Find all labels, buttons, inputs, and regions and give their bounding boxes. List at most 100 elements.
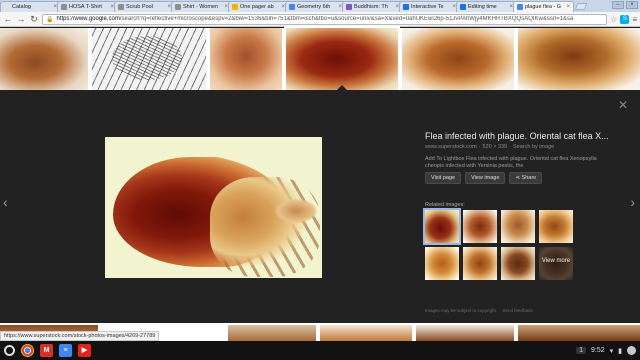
related-thumbnail[interactable] [423,208,461,245]
tab-close-icon[interactable]: × [566,4,570,10]
tab-label: Shirt - Women [183,4,219,10]
url-path: /search?q=reflective+microscope&espv=2&b… [119,16,574,22]
related-thumbnail[interactable] [425,247,459,280]
tab-label: Catalog [12,4,31,10]
result-thumbnail[interactable] [416,325,514,341]
result-thumbnail[interactable] [210,28,282,90]
tab-label: Geometry 6th [297,4,331,10]
related-thumbnail[interactable] [463,210,497,243]
close-preview-icon[interactable]: ✕ [618,98,628,112]
tab-label: Editing time [468,4,497,10]
skype-extension-icon[interactable]: S [620,14,630,24]
tab-catalog[interactable]: Catalog × [0,1,61,12]
image-results-row [0,26,640,92]
tab-geometry[interactable]: Geometry 6th × [285,1,346,12]
result-thumbnail[interactable] [320,325,412,341]
tab-shirt-women[interactable]: Shirt - Women × [171,1,232,12]
image-size: 520 × 339 [482,144,508,150]
visit-page-button[interactable]: Visit page [425,172,462,184]
reload-icon[interactable]: ↻ [29,14,39,24]
result-thumbnail[interactable] [92,28,206,90]
status-bar-url: https://www.superstock.com/stock-photos-… [0,331,160,341]
preview-description: Add To Lightbox Flea infected with plagu… [425,156,597,169]
chrome-icon[interactable] [21,344,34,357]
view-image-button[interactable]: View image [465,172,506,184]
tab-label: HOSA T-Shirt [69,4,102,10]
forward-icon[interactable]: → [16,14,26,24]
result-thumbnail-selected[interactable] [284,26,400,92]
share-button[interactable]: ⋖ Share [509,172,543,184]
tab-hosa-tshirt[interactable]: HOSA T-Shirt × [57,1,118,12]
tab-label: plague flea - G [525,4,562,10]
gmail-icon[interactable]: M [40,344,53,357]
clock: 9:52 [591,347,605,354]
copyright-notice: Images may be subject to copyright. [425,308,498,313]
preview-info: Flea infected with plague. Oriental cat … [425,131,625,170]
back-icon[interactable]: ← [3,14,13,24]
youtube-icon[interactable]: ▶ [78,344,91,357]
chrome-menu-icon[interactable]: ≡ [632,15,637,24]
tab-one-pager[interactable]: One pager ab × [228,1,289,12]
related-thumbnail[interactable] [501,210,535,243]
search-by-image-link[interactable]: Search by image [513,144,554,150]
preview-footnote: Images may be subject to copyright. · Send… [425,308,533,313]
send-feedback-link[interactable]: Send feedback [503,308,533,313]
tab-interactive[interactable]: Interactive Te × [399,1,460,12]
close-window-icon[interactable]: × [626,1,638,9]
preview-meta: www.superstock.com · 520 × 339 · Search by i… [425,144,555,150]
favicon-icon [61,4,67,10]
favicon-icon [4,4,10,10]
app-launcher-icon[interactable] [4,345,15,356]
tab-editing-time[interactable]: Editing time × [456,1,517,12]
result-thumbnail[interactable] [518,28,640,90]
minimize-icon[interactable]: – [612,1,624,9]
lock-icon: 🔒 [46,16,54,23]
related-images-label: Related images: [425,202,465,208]
preview-title[interactable]: Flea infected with plague. Oriental cat … [425,131,625,141]
result-thumbnail[interactable] [228,325,316,341]
tab-label: Scrub Pool [126,4,153,10]
related-images-grid: View more [423,208,575,280]
battery-icon: ▮ [618,347,622,355]
result-thumbnail[interactable] [402,28,514,90]
docs-icon[interactable]: ≡ [59,344,72,357]
tab-buddhism[interactable]: Buddhism: Th × [342,1,403,12]
tab-plague-flea[interactable]: plague flea - G × [513,1,574,12]
window-controls: – × [612,1,638,9]
wifi-icon: ▾ [609,347,614,355]
favicon-icon [175,4,181,10]
related-thumbnail[interactable] [463,247,497,280]
view-more-thumbnail[interactable]: View more [539,247,573,280]
favicon-icon [289,4,295,10]
tab-label: Interactive Te [411,4,444,10]
share-icon: ⋖ [515,175,521,181]
flea-image-head [275,199,317,223]
favicon-icon [232,4,238,10]
address-url: https://www.google.com/search?q=reflecti… [56,16,573,22]
os-shelf: M ≡ ▶ 1 9:52 ▾ ▮ [0,341,640,360]
next-image-icon[interactable]: › [630,194,635,210]
favicon-icon [403,4,409,10]
new-tab-button[interactable] [574,3,588,10]
favicon-icon [346,4,352,10]
avatar [627,346,636,355]
result-thumbnail[interactable] [518,325,640,341]
related-thumbnail[interactable] [501,247,535,280]
tab-label: One pager ab [240,4,274,10]
tab-strip: Catalog × HOSA T-Shirt × Scrub Pool × Shirt… [0,0,640,12]
source-domain[interactable]: www.superstock.com [425,144,477,150]
google-favicon-icon [517,4,523,10]
bookmark-star-icon[interactable]: ☆ [610,15,617,24]
address-bar[interactable]: 🔒 https://www.google.com/search?q=reflec… [42,13,608,25]
notification-count: 1 [576,347,586,354]
flea-image-legs [210,177,320,277]
preview-image[interactable] [105,137,322,278]
share-label: Share [521,175,537,181]
result-thumbnail[interactable] [0,28,88,90]
related-thumbnail[interactable] [539,210,573,243]
status-tray[interactable]: 1 9:52 ▾ ▮ [576,346,636,355]
previous-image-icon[interactable]: ‹ [3,194,8,210]
tab-scrub-pool[interactable]: Scrub Pool × [114,1,175,12]
tab-label: Buddhism: Th [354,4,388,10]
favicon-icon [460,4,466,10]
